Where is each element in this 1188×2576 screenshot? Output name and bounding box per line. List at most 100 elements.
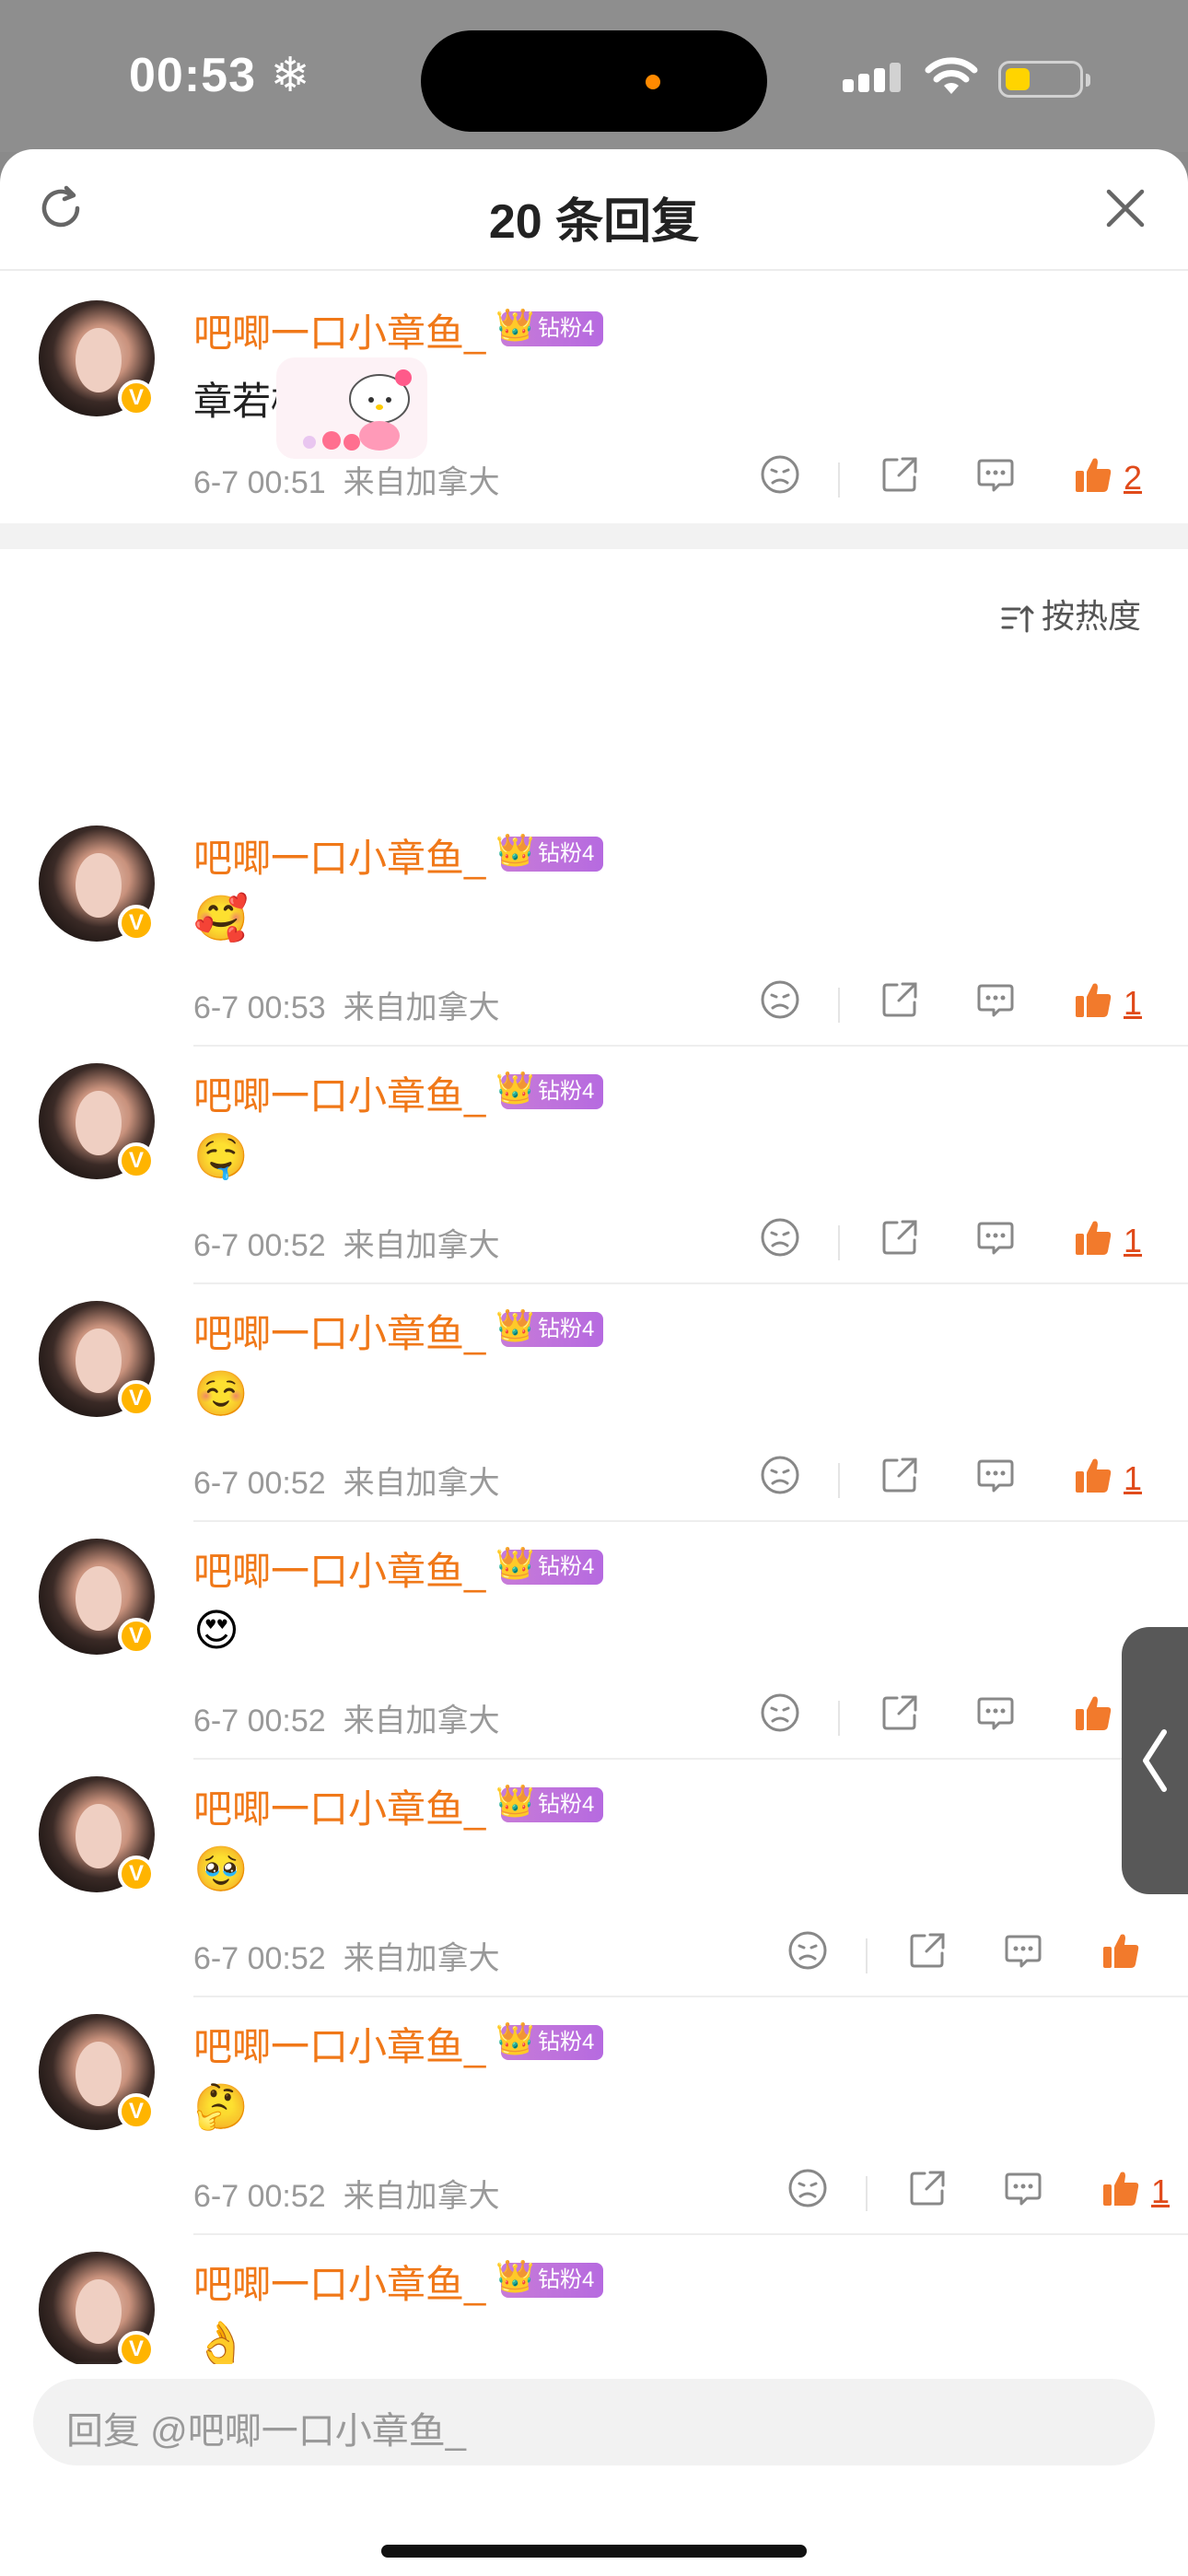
row-divider [193, 1282, 1188, 1284]
crown-icon: 👑 [495, 1071, 535, 1106]
hello-kitty-sticker [276, 357, 427, 459]
like-count: 1 [1124, 1459, 1143, 1497]
share-icon[interactable] [906, 1929, 949, 1972]
thumbs-up-icon[interactable] [1072, 453, 1114, 496]
username[interactable]: 吧唧一口小章鱼_ [193, 1303, 485, 1359]
verified-icon: V [118, 1618, 155, 1655]
row-divider [193, 2233, 1188, 2235]
dynamic-island [421, 30, 767, 132]
comment-icon[interactable] [1002, 1929, 1044, 1972]
verified-icon: V [118, 905, 155, 942]
username[interactable]: 吧唧一口小章鱼_ [193, 1540, 485, 1597]
like-count: 2 [1124, 459, 1143, 497]
dislike-icon[interactable] [759, 1216, 801, 1259]
dislike-icon[interactable] [759, 1692, 801, 1734]
comment-icon[interactable] [974, 1454, 1017, 1496]
like-count: 1 [1151, 2172, 1171, 2210]
battery-icon [998, 61, 1090, 98]
verified-icon: V [118, 1142, 155, 1179]
crown-icon: 👑 [495, 2021, 535, 2056]
snowflake-icon: ❄ [270, 49, 312, 102]
username[interactable]: 吧唧一口小章鱼_ [193, 827, 485, 884]
dislike-icon[interactable] [786, 1929, 829, 1972]
thumbs-up-icon[interactable] [1072, 978, 1114, 1021]
reply-emoji: 🥰 [193, 895, 249, 943]
crown-icon: 👑 [495, 1784, 535, 1819]
chevron-left-icon [1143, 1729, 1167, 1792]
crown-icon: 👑 [495, 2259, 535, 2294]
share-icon[interactable] [879, 1454, 921, 1496]
side-collapse-handle[interactable] [1122, 1627, 1188, 1894]
sort-toggle[interactable]: 按热度 [999, 590, 1141, 638]
comment-actions: 2 [755, 453, 1179, 509]
fan-badge[interactable]: 👑 钻粉4 [495, 1546, 604, 1585]
comment-meta: 6-7 00:52 来自加拿大 [193, 1228, 500, 1263]
username[interactable]: 吧唧一口小章鱼_ [193, 1065, 485, 1121]
crown-icon: 👑 [495, 833, 535, 868]
reply-input[interactable]: 回复 @吧唧一口小章鱼_ [33, 2379, 1155, 2465]
row-divider [193, 1996, 1188, 1997]
comment-icon[interactable] [1002, 2167, 1044, 2209]
row-divider [193, 1520, 1188, 1522]
dislike-icon[interactable] [759, 453, 801, 496]
username[interactable]: 吧唧一口小章鱼_ [193, 2254, 485, 2310]
comment-meta: 6-7 00:52 来自加拿大 [193, 1941, 500, 1976]
thumbs-up-icon[interactable] [1072, 1692, 1114, 1734]
comment-icon[interactable] [974, 978, 1017, 1021]
reply-input-placeholder: 回复 @吧唧一口小章鱼_ [66, 2411, 466, 2452]
verified-icon: V [118, 380, 155, 416]
comment-icon[interactable] [974, 1216, 1017, 1259]
status-time: 00:53 ❄ [129, 49, 312, 102]
dislike-icon[interactable] [759, 978, 801, 1021]
like-count: 1 [1124, 984, 1143, 1022]
fan-badge[interactable]: 👑 钻粉4 [495, 1784, 604, 1822]
status-bar: 00:53 ❄ [0, 0, 1188, 152]
reply-emoji: ☺️ [193, 1370, 249, 1419]
share-icon[interactable] [879, 453, 921, 496]
comment-actions: 1 [755, 978, 1179, 1034]
dislike-icon[interactable] [759, 1454, 801, 1496]
row-divider [193, 1758, 1188, 1760]
thumbs-up-icon[interactable] [1072, 1454, 1114, 1496]
verified-icon: V [118, 2093, 155, 2130]
share-icon[interactable] [879, 1692, 921, 1734]
section-gap [0, 523, 1188, 549]
verified-icon: V [118, 1856, 155, 1892]
home-indicator [381, 2545, 807, 2558]
share-icon[interactable] [879, 1216, 921, 1259]
dislike-icon[interactable] [786, 2167, 829, 2209]
like-count: 1 [1124, 1222, 1143, 1259]
share-icon[interactable] [906, 2167, 949, 2209]
comment-actions: 1 [783, 2167, 1188, 2222]
crown-icon: 👑 [495, 1308, 535, 1343]
fan-badge[interactable]: 👑 钻粉4 [495, 2259, 604, 2298]
cellular-signal-icon [843, 63, 905, 92]
fan-badge[interactable]: 👑 钻粉4 [495, 308, 604, 346]
fan-badge[interactable]: 👑 钻粉4 [495, 1071, 604, 1109]
comment-icon[interactable] [974, 1692, 1017, 1734]
wifi-icon [925, 57, 978, 94]
share-icon[interactable] [879, 978, 921, 1021]
fan-badge[interactable]: 👑 钻粉4 [495, 1308, 604, 1347]
thumbs-up-icon[interactable] [1072, 1216, 1114, 1259]
replies-sheet: 20 条回复 V 吧唧一口小章鱼_ 👑 钻粉4 章若楠 6-7 00:51 来自… [0, 149, 1188, 2576]
comment-actions: 1 [755, 1454, 1179, 1509]
comment-meta: 6-7 00:52 来自加拿大 [193, 1466, 500, 1501]
comment-actions: 1 [755, 1692, 1179, 1747]
comment-icon[interactable] [974, 453, 1017, 496]
close-icon[interactable] [1101, 184, 1149, 232]
username[interactable]: 吧唧一口小章鱼_ [193, 302, 485, 358]
username[interactable]: 吧唧一口小章鱼_ [193, 2016, 485, 2072]
sheet-title: 20 条回复 [488, 195, 700, 249]
fan-badge[interactable]: 👑 钻粉4 [495, 2021, 604, 2060]
username[interactable]: 吧唧一口小章鱼_ [193, 1778, 485, 1834]
thumbs-up-icon[interactable] [1100, 2167, 1142, 2209]
comment-actions [783, 1929, 1188, 1985]
fan-badge[interactable]: 👑 钻粉4 [495, 833, 604, 872]
thumbs-up-icon[interactable] [1100, 1929, 1142, 1972]
comment-meta: 6-7 00:52 来自加拿大 [193, 1704, 500, 1739]
row-divider [193, 1045, 1188, 1047]
reply-emoji: 🥹 [193, 1845, 249, 1894]
crown-icon: 👑 [495, 308, 535, 343]
reply-emoji: 🤔 [193, 2083, 249, 2132]
